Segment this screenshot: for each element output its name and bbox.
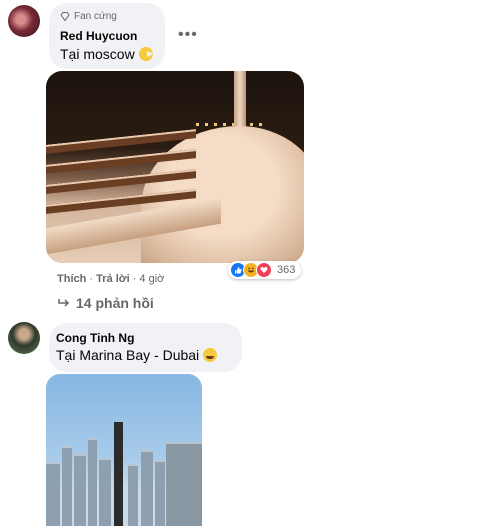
- comment-text-content: Tại moscow: [60, 46, 135, 62]
- laughing-emoji-icon: [203, 348, 218, 362]
- comment-time: 4 giờ: [139, 273, 165, 285]
- building: [166, 442, 202, 526]
- more-options-button[interactable]: •••: [178, 26, 198, 44]
- action-separator: ·: [86, 273, 97, 285]
- pacman-emoji-icon: [138, 47, 154, 61]
- reply-action[interactable]: Trả lời: [96, 273, 130, 285]
- comment-actions: Thích · Trả lời · 4 giờ: [57, 273, 164, 285]
- comment-author[interactable]: Cong Tinh Ng: [56, 331, 134, 345]
- building: [155, 460, 165, 526]
- comment-author[interactable]: Red Huycuon: [60, 29, 137, 43]
- building: [46, 462, 60, 526]
- building: [99, 458, 111, 526]
- comment-text-content: Tại Marina Bay - Dubai: [56, 347, 200, 363]
- pole: [114, 422, 123, 526]
- comment-text: Tại moscow: [60, 46, 154, 62]
- avatar-cong-tinh-ng[interactable]: [8, 322, 40, 354]
- action-separator: ·: [129, 273, 140, 285]
- building: [62, 446, 72, 526]
- building: [141, 450, 153, 526]
- diamond-icon: [60, 12, 70, 21]
- reply-arrow-icon: [58, 299, 70, 307]
- reaction-count: 363: [277, 264, 296, 276]
- love-icon: [256, 262, 272, 278]
- fan-badge-label: Fan cứng: [74, 11, 117, 22]
- reactions-summary[interactable]: 363: [228, 261, 302, 279]
- avatar-red-huycuon[interactable]: [8, 5, 40, 37]
- like-action[interactable]: Thích: [57, 273, 86, 285]
- comment-photo-dubai[interactable]: [46, 374, 202, 526]
- comment-text: Tại Marina Bay - Dubai: [56, 347, 218, 363]
- comment-photo-moscow[interactable]: [46, 71, 304, 263]
- fan-badge: Fan cứng: [60, 11, 117, 22]
- building: [74, 454, 86, 526]
- view-replies-button[interactable]: 14 phản hồi: [58, 295, 154, 311]
- building: [88, 438, 97, 526]
- replies-label: 14 phản hồi: [76, 295, 154, 311]
- building: [128, 464, 138, 526]
